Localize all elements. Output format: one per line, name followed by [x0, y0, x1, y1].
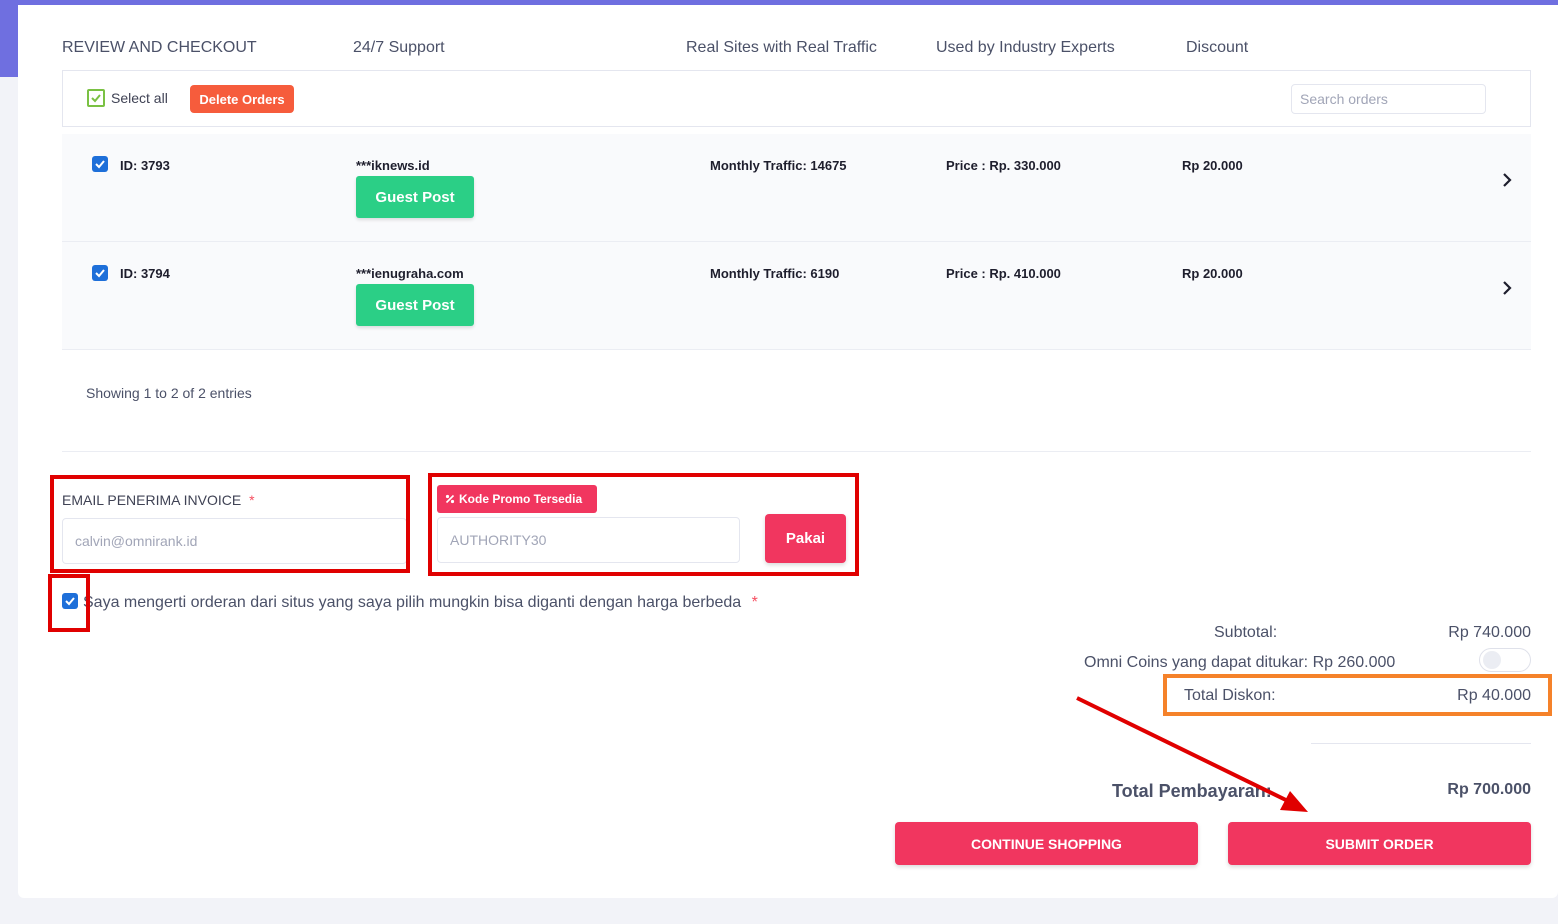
order-traffic: Monthly Traffic: 14675	[710, 158, 847, 173]
order-id: ID: 3794	[120, 266, 170, 281]
header-experts: Used by Industry Experts	[936, 39, 1115, 56]
header-traffic: Real Sites with Real Traffic	[686, 39, 877, 56]
annotation-box-promo	[428, 473, 859, 576]
header-discount: Discount	[1186, 39, 1249, 56]
order-id: ID: 3793	[120, 158, 170, 173]
select-all-checkbox[interactable]	[87, 89, 105, 107]
order-discount: Rp 20.000	[1182, 158, 1243, 173]
order-site: ***ienugraha.com	[356, 266, 464, 281]
order-price: Price : Rp. 410.000	[946, 266, 1061, 281]
check-icon	[95, 269, 105, 278]
order-traffic: Monthly Traffic: 6190	[710, 266, 840, 281]
row-checkbox[interactable]	[92, 156, 108, 172]
annotation-box-checkbox	[48, 574, 90, 632]
section-divider	[62, 451, 1531, 452]
orders-toolbar: Select all Delete Orders Search orders	[62, 70, 1531, 127]
order-price: Price : Rp. 330.000	[946, 158, 1061, 173]
row-checkbox[interactable]	[92, 265, 108, 281]
agreement-text: Saya mengerti orderan dari situs yang sa…	[83, 594, 758, 612]
header-support: 24/7 Support	[353, 39, 445, 56]
total-payment-value: Rp 700.000	[1447, 781, 1531, 798]
required-mark: *	[751, 594, 758, 611]
check-icon	[91, 94, 101, 103]
guest-post-badge[interactable]: Guest Post	[356, 284, 474, 326]
table-row: ID: 3794 ***ienugraha.com Guest Post Mon…	[62, 242, 1531, 350]
annotation-box-discount	[1163, 674, 1552, 716]
submit-order-button[interactable]: SUBMIT ORDER	[1228, 822, 1531, 865]
order-site: ***iknews.id	[356, 158, 430, 173]
toggle-knob	[1483, 651, 1501, 669]
table-row: ID: 3793 ***iknews.id Guest Post Monthly…	[62, 134, 1531, 242]
subtotal-label: Subtotal:	[1214, 624, 1278, 641]
header-review: REVIEW AND CHECKOUT	[62, 39, 257, 56]
pagination-info: Showing 1 to 2 of 2 entries	[86, 385, 252, 401]
search-orders-input[interactable]: Search orders	[1291, 84, 1486, 114]
omni-coins-label: Omni Coins yang dapat ditukar: Rp 260.00…	[1084, 654, 1396, 671]
guest-post-badge[interactable]: Guest Post	[356, 176, 474, 218]
total-payment-label: Total Pembayaran:	[1112, 781, 1272, 801]
summary-divider	[1311, 743, 1531, 744]
delete-orders-button[interactable]: Delete Orders	[190, 85, 294, 113]
continue-shopping-button[interactable]: CONTINUE SHOPPING	[895, 822, 1198, 865]
omni-coins-toggle[interactable]	[1479, 648, 1531, 672]
annotation-box-email	[50, 475, 410, 573]
side-accent-tab	[0, 0, 18, 77]
chevron-right-icon[interactable]	[1502, 173, 1512, 187]
chevron-right-icon[interactable]	[1502, 281, 1512, 295]
check-icon	[95, 160, 105, 169]
select-all-label[interactable]: Select all	[111, 90, 168, 106]
order-discount: Rp 20.000	[1182, 266, 1243, 281]
agreement-text-content: Saya mengerti orderan dari situs yang sa…	[83, 594, 742, 611]
subtotal-value: Rp 740.000	[1448, 624, 1531, 641]
